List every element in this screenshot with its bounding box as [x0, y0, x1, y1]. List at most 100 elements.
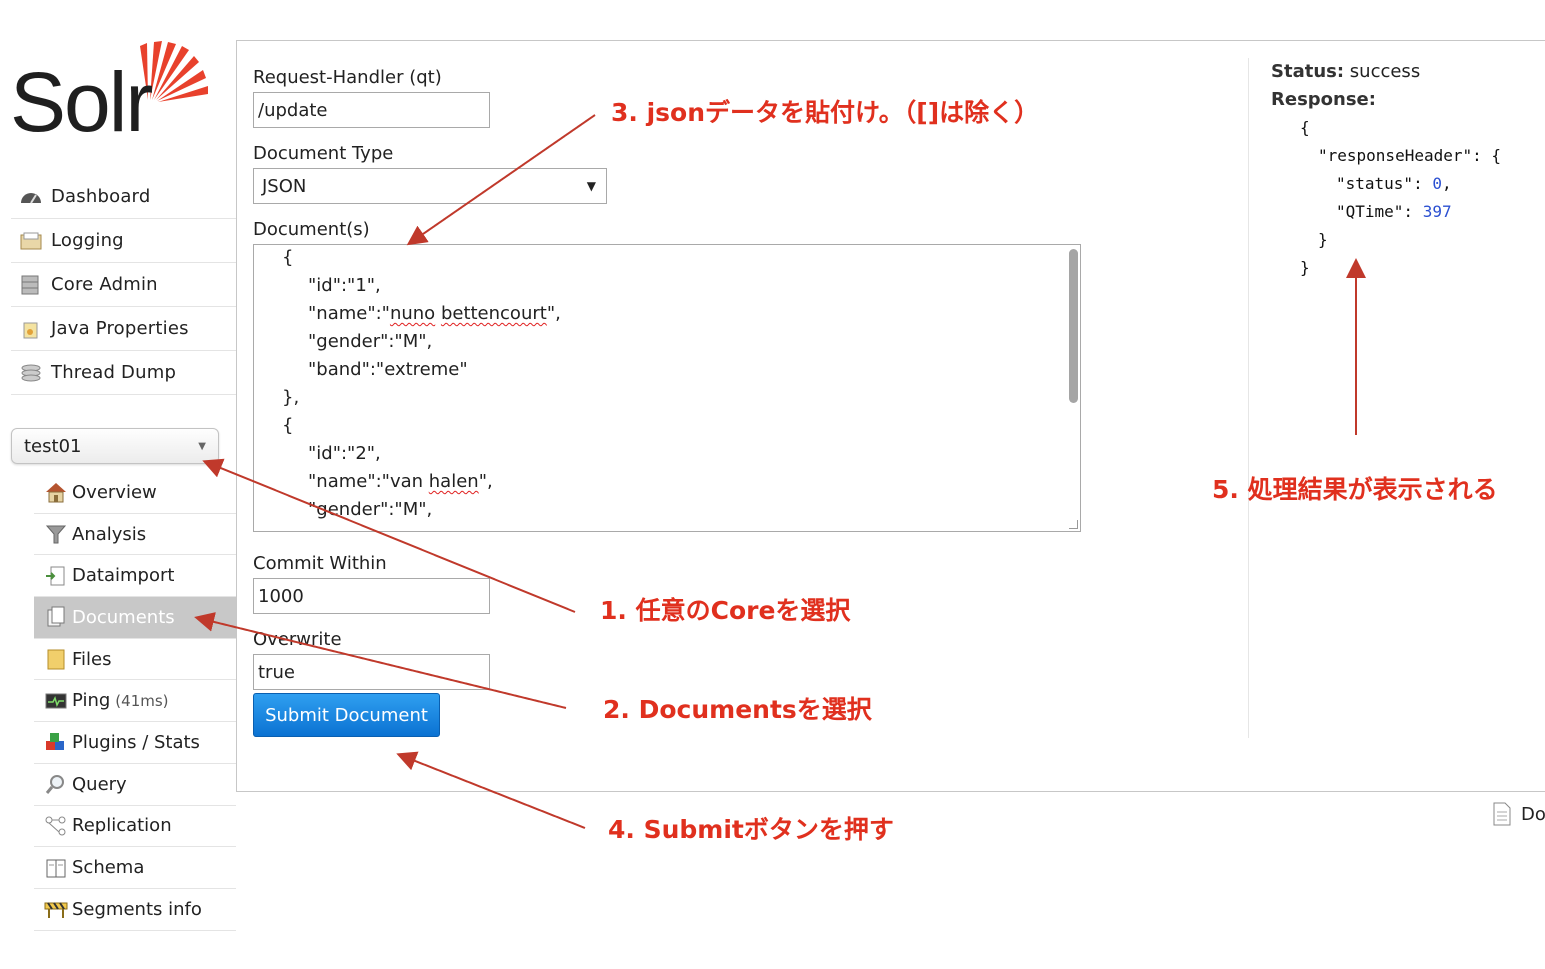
logging-icon	[19, 231, 43, 251]
core-selector[interactable]: test01 ▼	[11, 428, 219, 464]
annotation-step5: 5. 処理結果が表示される	[1212, 475, 1498, 504]
doc-line: "id":"2",	[308, 443, 381, 464]
status-label: Status:	[1271, 61, 1345, 82]
dashboard-icon	[19, 187, 43, 207]
doc-line: "name":"van halen",	[308, 471, 493, 492]
plugins-blocks-icon	[44, 731, 68, 753]
menu-item-logging[interactable]: Logging	[11, 219, 236, 263]
annotation-step2: 2. Documentsを選択	[603, 695, 872, 724]
replication-nodes-icon	[44, 815, 68, 837]
annotation-step4: 4. Submitボタンを押す	[608, 815, 894, 844]
response-status: Status: success	[1271, 61, 1420, 82]
thread-dump-icon	[19, 363, 43, 383]
core-menu-item-replication[interactable]: Replication	[34, 806, 236, 848]
document-import-icon	[44, 565, 68, 587]
core-menu: Overview Analysis Dataimport Documents F…	[34, 472, 236, 931]
solr-logo[interactable]: Solr	[10, 38, 210, 148]
doc-line: "gender":"M",	[308, 331, 433, 352]
documents-icon	[44, 606, 68, 628]
core-menu-item-label: Segments info	[72, 898, 202, 920]
response-json-line: }	[1300, 258, 1310, 277]
document-icon	[1493, 802, 1511, 826]
ping-monitor-icon	[44, 690, 68, 712]
request-handler-label: Request-Handler (qt)	[253, 67, 442, 88]
annotation-step3: 3. jsonデータを貼付け。（[]は除く）	[611, 98, 1040, 127]
overwrite-label: Overwrite	[253, 629, 342, 650]
document-type-select[interactable]: JSON ▼	[253, 168, 607, 204]
menu-item-label: Thread Dump	[51, 362, 177, 383]
doc-line: {	[282, 415, 294, 436]
textarea-scrollbar[interactable]	[1069, 249, 1078, 403]
response-json-line: "QTime": 397	[1336, 202, 1452, 221]
core-menu-item-label: Files	[72, 648, 112, 670]
document-type-value: JSON	[262, 175, 307, 197]
response-label: Response:	[1271, 89, 1376, 110]
commit-within-label: Commit Within	[253, 553, 387, 574]
core-menu-item-query[interactable]: Query	[34, 764, 236, 806]
ping-time: (41ms)	[115, 691, 169, 710]
doc-line: {	[282, 247, 294, 268]
doc-line: "band":"extreme"	[308, 359, 468, 380]
schema-book-icon	[44, 857, 68, 879]
menu-item-dashboard[interactable]: Dashboard	[11, 175, 236, 219]
menu-item-core-admin[interactable]: Core Admin	[11, 263, 236, 307]
folder-icon	[44, 648, 68, 670]
main-menu: Dashboard Logging Core Admin Java Proper…	[11, 175, 236, 395]
core-menu-item-segments-info[interactable]: Segments info	[34, 889, 236, 931]
doc-line: "gender":"M",	[308, 499, 433, 520]
core-menu-item-ping[interactable]: Ping (41ms)	[34, 680, 236, 723]
core-menu-item-label: Overview	[72, 481, 157, 503]
core-menu-item-label: Query	[72, 773, 127, 795]
annotation-step1: 1. 任意のCoreを選択	[600, 596, 851, 625]
core-menu-item-label: Ping	[72, 690, 111, 712]
core-menu-item-documents[interactable]: Documents	[34, 597, 236, 639]
menu-item-label: Dashboard	[51, 186, 151, 207]
core-menu-item-label: Plugins / Stats	[72, 731, 200, 753]
request-handler-input[interactable]: /update	[253, 92, 490, 128]
core-menu-item-overview[interactable]: Overview	[34, 472, 236, 514]
core-menu-item-label: Schema	[72, 857, 145, 879]
response-json-line: {	[1300, 118, 1310, 137]
core-menu-item-label: Dataimport	[72, 565, 175, 587]
house-icon	[44, 481, 68, 503]
menu-item-java-properties[interactable]: Java Properties	[11, 307, 236, 351]
java-cup-icon	[19, 319, 43, 339]
menu-item-thread-dump[interactable]: Thread Dump	[11, 351, 236, 395]
core-menu-item-plugins-stats[interactable]: Plugins / Stats	[34, 722, 236, 764]
core-menu-item-analysis[interactable]: Analysis	[34, 514, 236, 556]
core-menu-item-files[interactable]: Files	[34, 639, 236, 681]
core-admin-icon	[19, 275, 43, 295]
submit-document-button[interactable]: Submit Document	[253, 693, 440, 737]
funnel-icon	[44, 523, 68, 545]
menu-item-label: Core Admin	[51, 274, 158, 295]
chevron-down-icon: ▼	[198, 441, 206, 452]
core-menu-item-label: Replication	[72, 815, 172, 837]
chevron-down-icon: ▼	[586, 179, 596, 193]
core-selector-value: test01	[24, 435, 82, 457]
barrier-icon	[44, 898, 68, 920]
response-json-line: }	[1318, 230, 1328, 249]
footer-documentation-link[interactable]: Do	[1491, 802, 1545, 826]
documents-label: Document(s)	[253, 219, 370, 240]
doc-line: },	[282, 387, 300, 408]
doc-line: "name":"nuno bettencourt",	[308, 303, 561, 324]
menu-item-label: Java Properties	[51, 318, 189, 339]
doc-line: "id":"1",	[308, 275, 381, 296]
commit-within-input[interactable]: 1000	[253, 578, 490, 614]
core-menu-item-label: Analysis	[72, 523, 147, 545]
response-json-line: "responseHeader": {	[1318, 146, 1502, 165]
magnifier-icon	[44, 773, 68, 795]
core-menu-item-label: Documents	[72, 606, 175, 628]
logo-wordmark: Solr	[10, 55, 153, 149]
core-menu-item-dataimport[interactable]: Dataimport	[34, 555, 236, 598]
footer-doc-label: Do	[1521, 803, 1545, 825]
overwrite-input[interactable]: true	[253, 654, 490, 690]
textarea-resize-handle[interactable]	[1069, 520, 1078, 529]
status-value: success	[1349, 61, 1421, 82]
document-type-label: Document Type	[253, 143, 394, 164]
documents-textarea[interactable]: { "id":"1", "name":"nuno bettencourt", "…	[253, 244, 1081, 532]
response-divider	[1248, 58, 1249, 738]
core-menu-item-schema[interactable]: Schema	[34, 847, 236, 889]
response-json-line: "status": 0,	[1336, 174, 1452, 193]
menu-item-label: Logging	[51, 230, 124, 251]
